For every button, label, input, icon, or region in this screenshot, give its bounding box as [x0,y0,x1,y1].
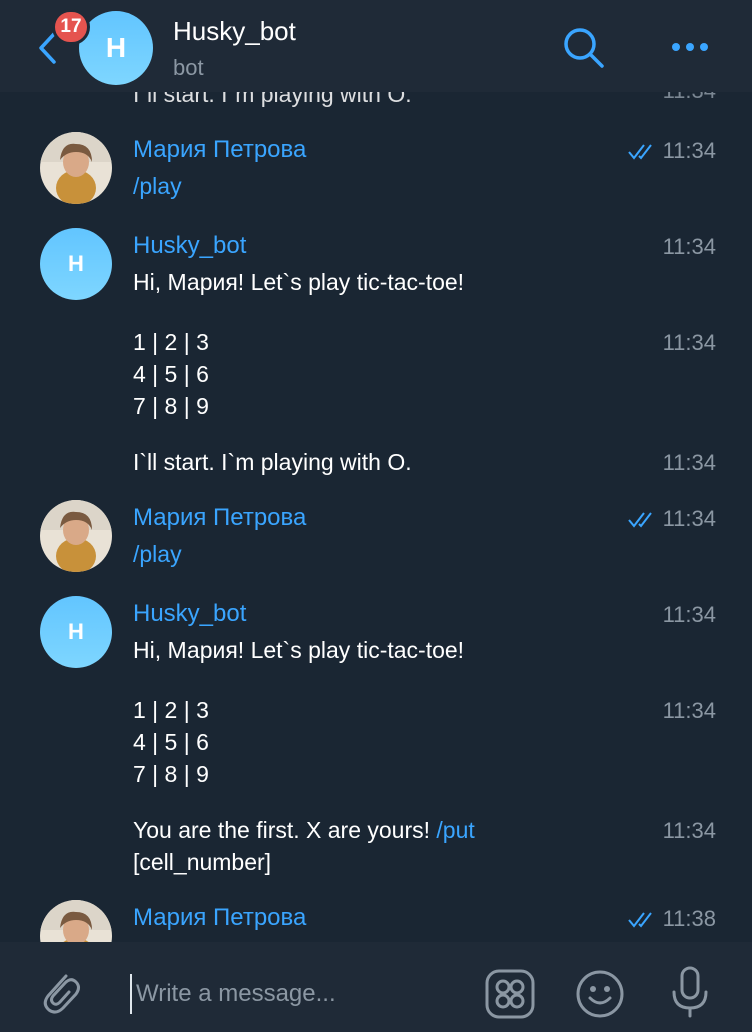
message-text: I`ll start. I`m playing with O. [133,92,412,107]
message-time: 11:38 [627,906,716,932]
emoji-icon[interactable] [574,968,626,1020]
chat-title[interactable]: Husky_bot [173,16,296,47]
user-avatar[interactable] [40,132,112,204]
message-list[interactable]: I`ll start. I`m playing with O. 11:34 Ма… [0,92,752,942]
message-text: You are the first. X are yours! /put [cel… [133,817,475,875]
message-time: 11:34 [662,234,716,259]
command-link[interactable]: /play [133,538,182,570]
search-icon[interactable] [560,24,608,72]
sender-name[interactable]: Husky_bot [133,600,246,628]
double-check-icon [627,512,652,528]
message-time: 11:34 [662,698,716,723]
message-text: Hi, Мария! Let`s play tic-tac-toe! [133,637,465,663]
message-time: 11:34 [663,92,716,104]
user-avatar[interactable] [40,900,112,942]
user-avatar[interactable] [40,500,112,572]
message-input[interactable]: Write a message... [130,974,466,1014]
message-time: 11:34 [662,602,716,627]
user-photo [40,132,112,204]
message-text: Hi, Мария! Let`s play tic-tac-toe! [133,269,465,295]
message-time: 11:34 [662,818,716,843]
sender-name[interactable]: Мария Петрова [133,136,306,164]
more-icon[interactable] [664,30,714,64]
sender-name[interactable]: Мария Петрова [133,504,306,532]
command-link[interactable]: /put [436,817,474,843]
sender-name[interactable]: Husky_bot [133,232,246,260]
sender-name[interactable]: Мария Петрова [133,904,306,932]
chat-avatar[interactable]: H [79,11,153,85]
double-check-icon [627,144,652,160]
message-text: I`ll start. I`m playing with O. [133,449,412,475]
command-link[interactable]: /play [133,170,182,202]
unread-badge: 17 [52,9,90,45]
board-grid-text: 1 | 2 | 3 4 | 5 | 6 7 | 8 | 9 [133,697,209,787]
user-photo [40,500,112,572]
message-time: 11:34 [662,330,716,355]
bot-avatar[interactable]: H [40,596,112,668]
paperclip-icon[interactable] [36,966,82,1016]
bot-avatar[interactable]: H [40,228,112,300]
message-time: 11:34 [627,138,716,164]
user-photo [40,900,112,942]
microphone-icon[interactable] [668,964,712,1020]
sticker-icon[interactable] [484,968,536,1020]
message-time: 11:34 [662,450,716,475]
chat-subtitle: bot [173,55,204,80]
message-time: 11:34 [627,506,716,532]
chat-header: 17 H Husky_bot bot [0,0,752,92]
double-check-icon [627,912,652,928]
board-grid-text: 1 | 2 | 3 4 | 5 | 6 7 | 8 | 9 [133,329,209,419]
